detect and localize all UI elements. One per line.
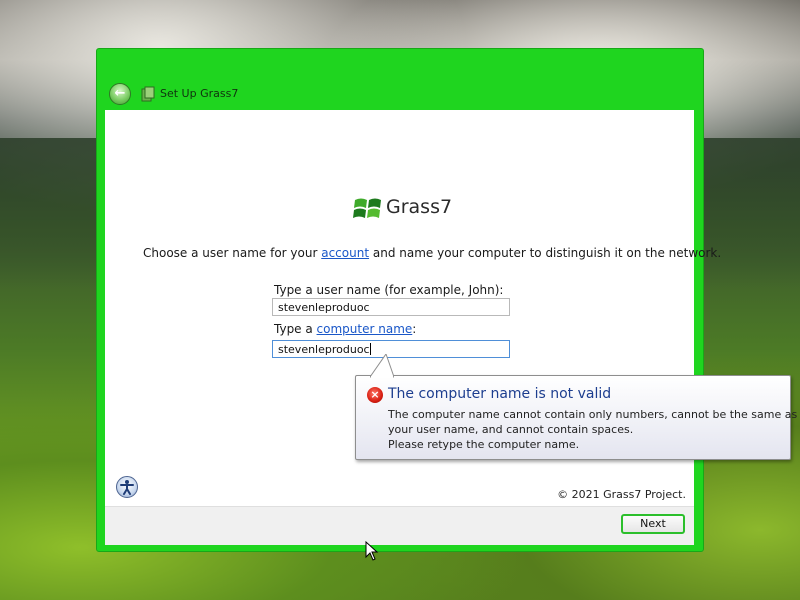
computer-name-link[interactable]: computer name <box>317 322 413 336</box>
instruction-before: Choose a user name for your <box>143 246 322 260</box>
computername-value: stevenleproduoc <box>278 343 370 356</box>
computername-label: Type a computer name: <box>274 322 416 336</box>
balloon-tail <box>370 354 394 378</box>
error-balloon-tooltip: × The computer name is not valid The com… <box>355 354 798 460</box>
error-line: Please retype the computer name. <box>388 438 580 451</box>
error-icon: × <box>367 387 383 403</box>
computername-label-suffix: : <box>412 322 417 336</box>
instruction-text: Choose a user name for your account and … <box>143 246 721 260</box>
mouse-cursor-icon <box>365 541 379 561</box>
footer-bar: Next <box>105 506 694 545</box>
error-line: your user name, and cannot contain space… <box>388 423 634 436</box>
username-field[interactable]: stevenleproduoc <box>272 298 510 316</box>
ease-of-access-icon[interactable] <box>116 476 138 498</box>
error-title: The computer name is not valid <box>388 386 612 402</box>
username-label: Type a user name (for example, John): <box>274 283 504 297</box>
logo-text: Grass7 <box>386 196 453 218</box>
instruction-after: and name your computer to distinguish it… <box>369 246 722 260</box>
next-button[interactable]: Next <box>621 514 685 534</box>
setup-window: ← Set Up Grass7 Grass7 Choose a user nam… <box>96 48 721 552</box>
title-bar: ← Set Up Grass7 <box>97 49 703 109</box>
back-arrow-icon[interactable]: ← <box>109 83 131 105</box>
error-line: The computer name cannot contain only nu… <box>388 408 798 421</box>
error-body: The computer name cannot contain only nu… <box>388 407 798 452</box>
computername-label-prefix: Type a <box>274 322 317 336</box>
setup-icon <box>141 86 155 102</box>
grass7-flag-icon <box>353 198 381 218</box>
copyright-text: © 2021 Grass7 Project. <box>557 488 686 501</box>
window-title: Set Up Grass7 <box>160 87 239 100</box>
account-link[interactable]: account <box>321 246 369 260</box>
